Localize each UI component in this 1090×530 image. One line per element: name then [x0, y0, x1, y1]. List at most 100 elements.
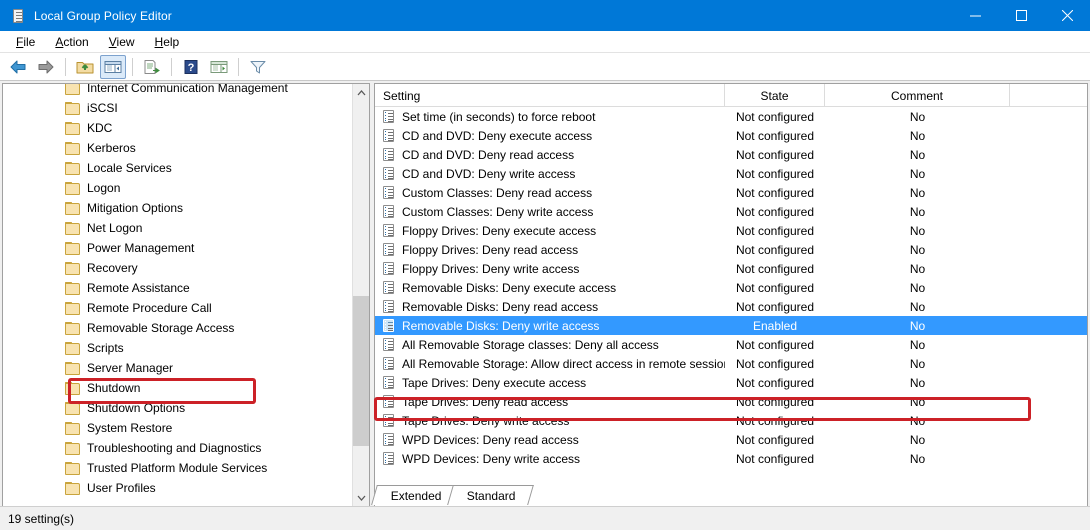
table-row[interactable]: Custom Classes: Deny write access Not con…	[375, 202, 1087, 221]
table-row[interactable]: All Removable Storage classes: Deny all …	[375, 335, 1087, 354]
table-row[interactable]: Tape Drives: Deny write access Not config…	[375, 411, 1087, 430]
setting-name: Tape Drives: Deny execute access	[402, 375, 587, 390]
tree-scroll-thumb[interactable]	[353, 296, 369, 446]
show-hide-action-pane-icon[interactable]	[206, 55, 232, 79]
column-header-comment[interactable]: Comment	[825, 84, 1010, 107]
policy-setting-icon	[383, 451, 396, 466]
setting-name: Tape Drives: Deny read access	[402, 394, 569, 409]
menu-bar: File Action View Help	[0, 31, 1090, 53]
table-row[interactable]: Set time (in seconds) to force reboot Not…	[375, 107, 1087, 126]
tree-item[interactable]: Trusted Platform Module Services	[3, 458, 352, 478]
setting-cell: All Removable Storage: Allow direct acce…	[375, 356, 725, 371]
table-row[interactable]: WPD Devices: Deny read access Not configu…	[375, 430, 1087, 449]
table-row[interactable]: Floppy Drives: Deny execute access Not co…	[375, 221, 1087, 240]
state-cell: Not configured	[735, 375, 815, 390]
tree-item[interactable]: Net Logon	[3, 218, 352, 238]
state-cell: Not configured	[735, 185, 815, 200]
table-row[interactable]: Removable Disks: Deny execute access Not …	[375, 278, 1087, 297]
tree-item[interactable]: iSCSI	[3, 98, 352, 118]
policy-setting-icon	[383, 299, 396, 314]
tree-item-label: Trusted Platform Module Services	[87, 461, 268, 475]
tree-item[interactable]: Locale Services	[3, 158, 352, 178]
table-row[interactable]: Tape Drives: Deny read access Not configu…	[375, 392, 1087, 411]
show-hide-console-tree-icon[interactable]	[100, 54, 126, 79]
console-tree[interactable]: Internet Communication Management iSCSI KD…	[3, 84, 352, 500]
tree-item[interactable]: Server Manager	[3, 358, 352, 378]
tree-item[interactable]: Mitigation Options	[3, 198, 352, 218]
column-header-filler	[1010, 84, 1087, 107]
folder-icon	[65, 121, 81, 135]
table-row[interactable]: Floppy Drives: Deny write access Not conf…	[375, 259, 1087, 278]
forward-icon[interactable]	[33, 55, 59, 79]
tree-item[interactable]: Power Management	[3, 238, 352, 258]
tree-item[interactable]: System Restore	[3, 418, 352, 438]
folder-icon	[65, 321, 81, 335]
column-header-setting[interactable]: Setting	[375, 84, 725, 107]
minimize-button[interactable]	[952, 0, 998, 31]
close-button[interactable]	[1044, 0, 1090, 31]
tab-standard[interactable]: Standard	[446, 485, 534, 505]
column-header-state[interactable]: State	[725, 84, 825, 107]
table-row[interactable]: Floppy Drives: Deny read access Not confi…	[375, 240, 1087, 259]
table-row[interactable]: WPD Devices: Deny write access Not config…	[375, 449, 1087, 468]
state-cell: Not configured	[735, 128, 815, 143]
tree-item[interactable]: Shutdown Options	[3, 398, 352, 418]
setting-cell: Set time (in seconds) to force reboot	[375, 109, 725, 124]
tree-item[interactable]: Troubleshooting and Diagnostics	[3, 438, 352, 458]
tree-item[interactable]: Shutdown	[3, 378, 352, 398]
tree-item[interactable]: Removable Storage Access	[3, 318, 352, 338]
tree-item[interactable]: Kerberos	[3, 138, 352, 158]
folder-icon	[65, 441, 81, 455]
policy-document-icon	[10, 8, 26, 24]
menu-view[interactable]: View	[99, 33, 145, 51]
tree-vertical-scrollbar[interactable]	[352, 84, 369, 506]
state-cell: Enabled	[752, 318, 798, 333]
state-cell: Not configured	[735, 394, 815, 409]
help-icon[interactable]: ?	[178, 55, 204, 79]
policy-setting-icon	[383, 223, 396, 238]
tree-item[interactable]: KDC	[3, 118, 352, 138]
tree-item[interactable]: Remote Procedure Call	[3, 298, 352, 318]
table-row[interactable]: All Removable Storage: Allow direct acce…	[375, 354, 1087, 373]
filter-icon[interactable]	[245, 55, 271, 79]
menu-file[interactable]: File	[6, 33, 45, 51]
tree-item[interactable]: Recovery	[3, 258, 352, 278]
table-row[interactable]: Custom Classes: Deny read access Not conf…	[375, 183, 1087, 202]
tree-item[interactable]: Scripts	[3, 338, 352, 358]
scroll-up-arrow-icon[interactable]	[353, 84, 369, 101]
tree-item-label: Power Management	[87, 241, 195, 255]
setting-name: WPD Devices: Deny write access	[402, 451, 581, 466]
comment-cell: No	[909, 337, 926, 352]
tree-item[interactable]: User Profiles	[3, 478, 352, 498]
table-row[interactable]: Removable Disks: Deny read access Not con…	[375, 297, 1087, 316]
tree-item[interactable]: Remote Assistance	[3, 278, 352, 298]
tab-extended[interactable]: Extended	[371, 485, 459, 505]
tree-item[interactable]: Logon	[3, 178, 352, 198]
policy-setting-icon	[383, 356, 396, 371]
table-row[interactable]: CD and DVD: Deny read access Not configur…	[375, 145, 1087, 164]
setting-cell: WPD Devices: Deny write access	[375, 451, 725, 466]
tree-item-label: Removable Storage Access	[87, 321, 235, 335]
tree-item-label: Net Logon	[87, 221, 143, 235]
setting-name: Custom Classes: Deny write access	[402, 204, 594, 219]
scroll-down-arrow-icon[interactable]	[353, 489, 369, 506]
back-icon[interactable]	[5, 55, 31, 79]
table-row[interactable]: CD and DVD: Deny execute access Not confi…	[375, 126, 1087, 145]
export-list-icon[interactable]	[139, 55, 165, 79]
maximize-button[interactable]	[998, 0, 1044, 31]
menu-action[interactable]: Action	[45, 33, 98, 51]
state-cell: Not configured	[735, 147, 815, 162]
comment-cell: No	[909, 280, 926, 295]
local-group-policy-editor-window: Local Group Policy Editor File Action Vi…	[0, 0, 1090, 530]
tree-item[interactable]: Windows File Protection	[3, 498, 352, 500]
tree-item[interactable]: Internet Communication Management	[3, 84, 352, 98]
up-folder-icon[interactable]	[72, 55, 98, 79]
folder-icon	[65, 361, 81, 375]
menu-help[interactable]: Help	[145, 33, 190, 51]
setting-cell: CD and DVD: Deny execute access	[375, 128, 725, 143]
table-row[interactable]: CD and DVD: Deny write access Not configu…	[375, 164, 1087, 183]
table-row[interactable]: Tape Drives: Deny execute access Not conf…	[375, 373, 1087, 392]
setting-name: Floppy Drives: Deny execute access	[402, 223, 597, 238]
tree-item-label: Kerberos	[87, 141, 136, 155]
table-row-selected[interactable]: Removable Disks: Deny write access Enable…	[375, 316, 1087, 335]
